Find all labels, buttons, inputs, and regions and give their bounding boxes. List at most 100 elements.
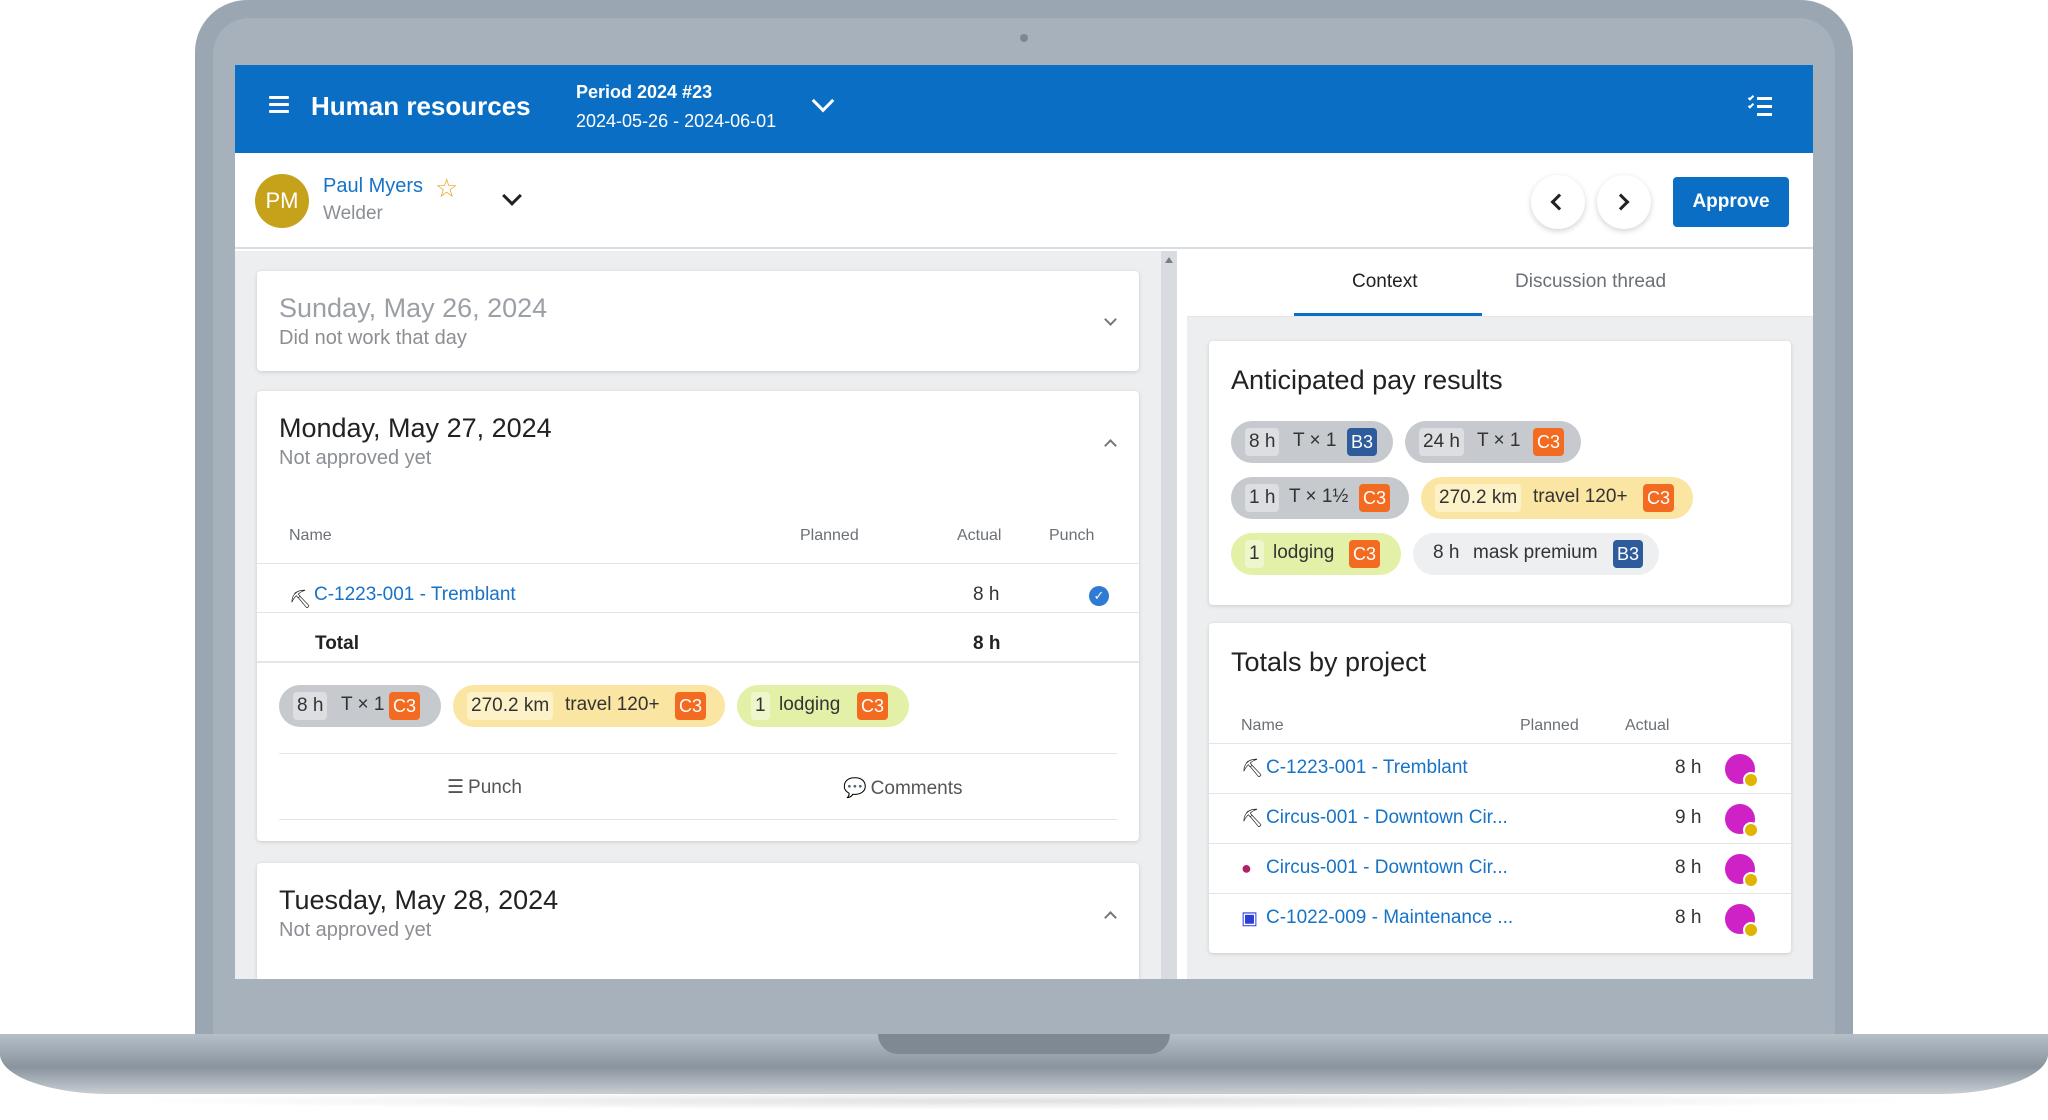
project-link[interactable]: C-1022-009 - Maintenance ...	[1266, 907, 1513, 929]
anticipated-pay-card: Anticipated pay results 8 h T × 1 B3 24 …	[1209, 341, 1791, 605]
table-row[interactable]: ▣ C-1022-009 - Maintenance ... 8 h	[1209, 893, 1791, 943]
monitor-icon: ▣	[1241, 908, 1259, 928]
active-tab-indicator	[1294, 313, 1482, 316]
clock-icon	[1743, 922, 1759, 938]
days-panel: Sunday, May 26, 2024 Did not work that d…	[235, 251, 1173, 979]
period-title[interactable]: Period 2024 #23	[576, 82, 712, 103]
table-row[interactable]: ⛏ Circus-001 - Downtown Cir... 9 h	[1209, 793, 1791, 843]
next-employee-button[interactable]	[1597, 175, 1651, 229]
pay-chip: 1 lodging C3	[1231, 533, 1401, 575]
day-status: Not approved yet	[279, 919, 432, 941]
chip-code: C3	[389, 692, 421, 720]
chip-qty: 1	[751, 692, 770, 720]
check-circle-icon: ✓	[1089, 586, 1109, 606]
project-link[interactable]: C-1223-001 - Tremblant	[314, 584, 516, 606]
worker-icon: ⛏	[1241, 758, 1264, 778]
pay-chip: 270.2 km travel 120+ C3	[1421, 477, 1693, 519]
camera-icon	[1020, 34, 1028, 42]
column-header-punch: Punch	[1049, 527, 1095, 544]
chip-code: C3	[1643, 484, 1675, 512]
day-card-sunday[interactable]: Sunday, May 26, 2024 Did not work that d…	[257, 271, 1139, 371]
day-title: Tuesday, May 28, 2024	[279, 885, 559, 915]
worker-icon: ⛏	[289, 589, 312, 609]
chip-desc: lodging	[1273, 542, 1335, 563]
chevron-down-icon[interactable]	[502, 186, 522, 206]
chevron-left-icon	[1550, 193, 1568, 211]
pay-chip: 1 h T × 1½ C3	[1231, 477, 1409, 519]
tab-bar: Context Discussion thread	[1187, 251, 1813, 317]
pay-chip: 8 h T × 1 B3	[1231, 421, 1393, 463]
day-title: Monday, May 27, 2024	[279, 413, 552, 443]
clock-icon	[1743, 822, 1759, 838]
chip-desc: T × 1½	[1289, 486, 1349, 507]
total-actual: 8 h	[973, 633, 1001, 654]
chevron-up-icon[interactable]	[1104, 911, 1117, 924]
context-panel: Context Discussion thread Anticipated pa…	[1187, 251, 1813, 979]
chip-qty: 1 h	[1245, 484, 1280, 512]
app-screen: Human resources Period 2024 #23 2024-05-…	[235, 65, 1813, 979]
actual-hours: 8 h	[1675, 757, 1702, 778]
column-header-name: Name	[1241, 717, 1284, 734]
project-link[interactable]: Circus-001 - Downtown Cir...	[1266, 857, 1508, 879]
totals-by-project-card: Totals by project Name Planned Actual ⛏ …	[1209, 623, 1791, 953]
chip-desc: travel 120+	[1533, 486, 1628, 507]
project-link[interactable]: Circus-001 - Downtown Cir...	[1266, 807, 1508, 829]
chip-qty: 8 h	[293, 692, 328, 720]
checklist-icon[interactable]	[1747, 94, 1772, 117]
chip-desc: T × 1	[1477, 430, 1521, 451]
laptop-shadow	[100, 1092, 1948, 1110]
divider	[257, 661, 1139, 663]
period-range[interactable]: 2024-05-26 - 2024-06-01	[576, 111, 776, 132]
chevron-right-icon	[1612, 193, 1630, 211]
scroll-up-icon[interactable]	[1165, 257, 1173, 263]
actual-hours: 8 h	[973, 584, 1000, 605]
chevron-down-icon[interactable]	[1104, 313, 1117, 326]
comments-label: Comments	[870, 778, 963, 799]
chip-desc: T × 1	[1293, 430, 1337, 451]
approve-button[interactable]: Approve	[1673, 177, 1789, 227]
day-status: Not approved yet	[279, 447, 432, 469]
chip-qty: 270.2 km	[1435, 484, 1522, 512]
chip-qty: 270.2 km	[467, 692, 554, 720]
table-row[interactable]: ● Circus-001 - Downtown Cir... 8 h	[1209, 843, 1791, 893]
pay-chip: 270.2 km travel 120+ C3	[453, 685, 725, 727]
column-header-actual: Actual	[1625, 717, 1670, 734]
star-icon[interactable]: ☆	[435, 173, 458, 204]
divider	[257, 563, 1139, 564]
chip-code: B3	[1613, 540, 1644, 568]
tab-context[interactable]: Context	[1352, 271, 1417, 293]
clock-icon	[1743, 772, 1759, 788]
laptop-notch	[878, 1034, 1170, 1054]
employee-role: Welder	[323, 203, 383, 224]
column-header-planned: Planned	[1520, 717, 1579, 734]
chevron-up-icon[interactable]	[1104, 439, 1117, 452]
punch-button[interactable]: ☰ Punch	[447, 776, 522, 799]
chip-desc: travel 120+	[565, 694, 660, 715]
comment-icon: 💬	[843, 778, 867, 799]
pay-chip: 8 h T × 1 C3	[279, 685, 441, 727]
worker-icon: ⛏	[1241, 808, 1264, 828]
project-link[interactable]: C-1223-001 - Tremblant	[1266, 757, 1468, 779]
chevron-down-icon[interactable]	[811, 89, 835, 113]
table-row[interactable]: ⛏ C-1223-001 - Tremblant 8 h	[1209, 743, 1791, 793]
app-header: Human resources Period 2024 #23 2024-05-…	[235, 65, 1813, 153]
menu-icon[interactable]	[269, 96, 289, 114]
pay-chip: 1 lodging C3	[737, 685, 909, 727]
chip-qty: 8 h	[1245, 428, 1280, 456]
avatar: PM	[255, 174, 309, 228]
actual-hours: 8 h	[1675, 907, 1702, 928]
chip-code: C3	[857, 692, 889, 720]
previous-employee-button[interactable]	[1531, 175, 1585, 229]
day-status: Did not work that day	[279, 327, 467, 349]
chip-code: C3	[1359, 484, 1391, 512]
actual-hours: 8 h	[1675, 857, 1702, 878]
tab-discussion-thread[interactable]: Discussion thread	[1515, 271, 1666, 293]
day-card-tuesday: Tuesday, May 28, 2024 Not approved yet	[257, 863, 1139, 979]
scrollbar[interactable]	[1161, 251, 1177, 979]
employee-name[interactable]: Paul Myers	[323, 175, 423, 198]
comments-button[interactable]: 💬 Comments	[843, 776, 963, 800]
pay-chip: 8 h mask premium B3	[1413, 533, 1659, 575]
card-title: Anticipated pay results	[1231, 365, 1503, 395]
chip-code: C3	[675, 692, 707, 720]
day-title: Sunday, May 26, 2024	[279, 293, 548, 323]
